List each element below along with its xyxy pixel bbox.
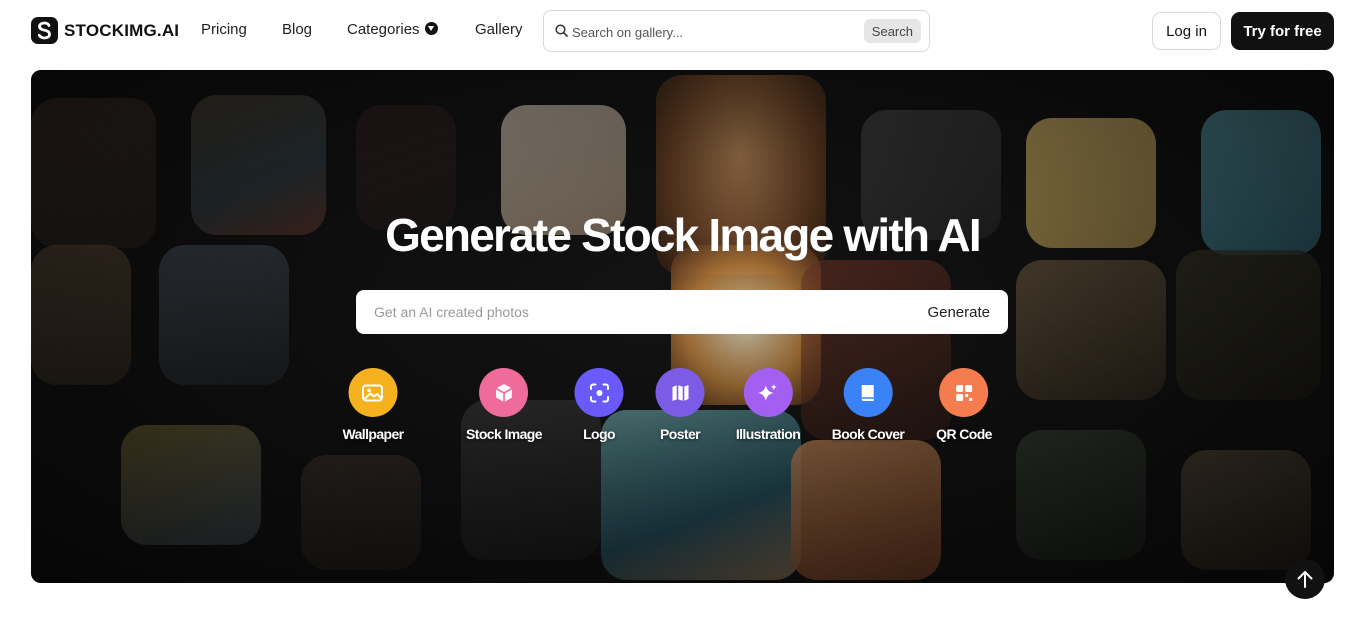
category-illustration[interactable]: Illustration <box>735 368 801 442</box>
login-button[interactable]: Log in <box>1152 12 1221 50</box>
category-poster[interactable]: Poster <box>655 368 705 442</box>
top-navbar: STOCKIMG.AI Pricing Blog Categories Gall… <box>0 0 1366 62</box>
category-label: Poster <box>660 426 701 442</box>
generate-button[interactable]: Generate <box>927 301 990 323</box>
category-wallpaper[interactable]: Wallpaper <box>343 368 404 442</box>
category-label: Logo <box>583 426 615 442</box>
sparkles-icon <box>743 368 793 417</box>
map-icon <box>655 368 705 417</box>
logo[interactable]: STOCKIMG.AI <box>31 17 179 44</box>
hero-banner: Generate Stock Image with AI Generate Wa… <box>31 70 1334 583</box>
chevron-down-icon <box>424 22 438 35</box>
category-label: Stock Image <box>466 426 542 442</box>
search-input[interactable] <box>572 21 857 43</box>
cube-icon <box>479 368 529 417</box>
gallery-search: Search <box>543 10 930 52</box>
category-book-cover[interactable]: Book Cover <box>832 368 905 442</box>
logo-text: STOCKIMG.AI <box>64 20 180 40</box>
qr-code-icon <box>939 368 989 417</box>
category-shortcuts: Wallpaper Stock Image Logo Poster Illust… <box>31 368 1334 448</box>
nav-pricing[interactable]: Pricing <box>201 21 247 38</box>
category-label: QR Code <box>936 426 992 442</box>
prompt-input[interactable] <box>374 301 874 323</box>
category-label: Book Cover <box>831 426 905 442</box>
try-for-free-button[interactable]: Try for free <box>1231 12 1334 50</box>
category-logo[interactable]: Logo <box>574 368 624 442</box>
generate-bar: Generate <box>356 290 1008 334</box>
nav-gallery[interactable]: Gallery <box>475 21 523 38</box>
category-label: Illustration <box>735 426 801 442</box>
book-icon <box>843 368 893 417</box>
logo-s-icon <box>31 17 58 44</box>
category-qr-code[interactable]: QR Code <box>936 368 992 442</box>
search-icon <box>555 24 568 37</box>
arrow-up-icon <box>1297 571 1313 588</box>
nav-categories[interactable]: Categories <box>347 21 438 38</box>
hero-title: Generate Stock Image with AI <box>385 209 981 261</box>
category-label: Wallpaper <box>342 426 405 442</box>
nav-categories-label: Categories <box>347 21 420 38</box>
nav-blog[interactable]: Blog <box>282 21 312 38</box>
focus-icon <box>574 368 624 417</box>
search-button[interactable]: Search <box>863 19 921 43</box>
scroll-to-top-button[interactable] <box>1285 559 1325 599</box>
category-stock-image[interactable]: Stock Image <box>466 368 543 442</box>
image-icon <box>348 368 398 417</box>
